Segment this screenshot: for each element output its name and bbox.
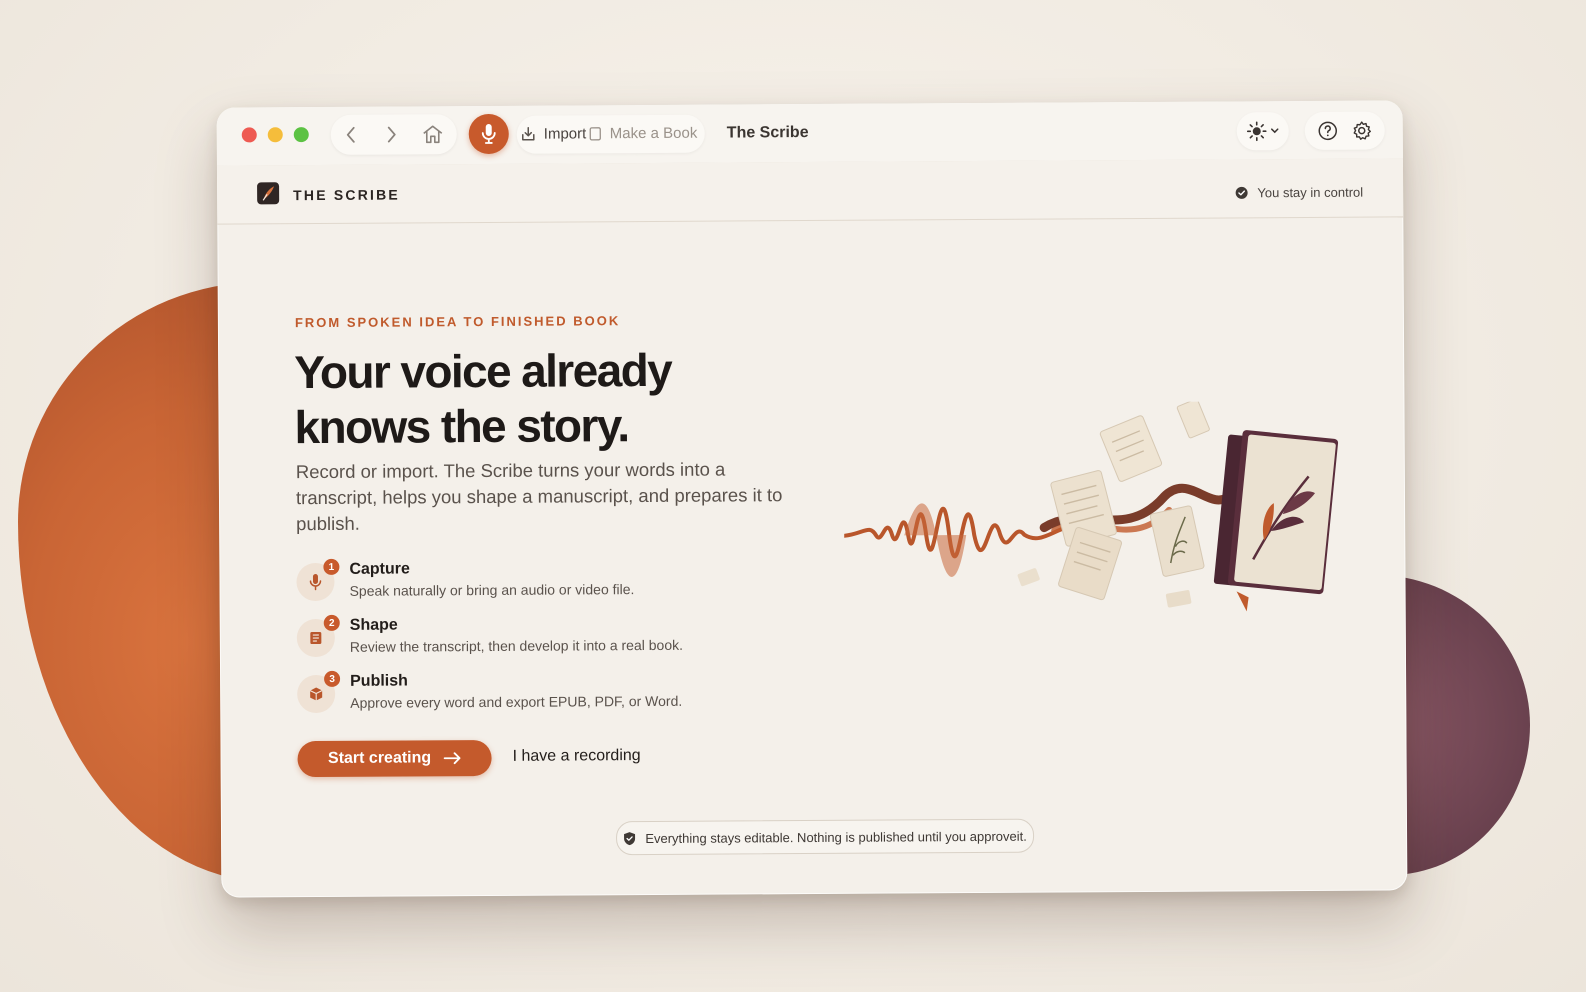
home-icon (423, 125, 443, 144)
forward-button[interactable] (380, 122, 404, 146)
step-publish: 3 Publish Approve every word and export … (297, 670, 817, 719)
page-headline: Your voice already knows the story. (294, 343, 672, 454)
app-header: THE SCRIBE You stay in control (216, 158, 1404, 225)
control-indicator: You stay in control (1235, 185, 1363, 201)
title-bar: Import Make a Book The Scribe (216, 100, 1403, 167)
import-icon (522, 126, 535, 141)
step-title: Publish (350, 672, 408, 690)
book-icon: 2 (296, 614, 340, 658)
package-icon: 3 (297, 670, 341, 714)
help-settings-group (1304, 111, 1385, 150)
start-creating-button[interactable]: Start creating (297, 739, 492, 778)
eyebrow-text: FROM SPOKEN IDEA TO FINISHED BOOK (294, 313, 621, 331)
control-text: You stay in control (1257, 184, 1364, 201)
step-description: Speak naturally or bring an audio or vid… (349, 581, 635, 599)
book-outline-icon (589, 127, 601, 141)
step-number: 3 (324, 670, 341, 687)
gear-icon[interactable] (1352, 121, 1372, 141)
editability-text: Everything stays editable. Nothing is pu… (645, 828, 1027, 846)
navigation-group (330, 114, 457, 155)
step-title: Shape (349, 616, 398, 634)
quill-logo-icon (257, 182, 280, 205)
step-shape: 2 Shape Review the transcript, then deve… (296, 614, 817, 663)
arrow-right-icon (443, 752, 461, 765)
start-creating-label: Start creating (327, 749, 432, 767)
zoom-window-button[interactable] (293, 127, 309, 143)
chevron-right-icon (387, 126, 396, 143)
home-button[interactable] (421, 122, 445, 146)
microphone-icon (481, 123, 496, 144)
shield-check-icon (624, 831, 636, 845)
microphone-icon: 1 (296, 558, 340, 602)
toolbar-actions: Import Make a Book (516, 114, 705, 154)
window-title: The Scribe (726, 124, 809, 142)
step-description: Review the transcript, then develop it i… (349, 636, 684, 655)
make-book-label: Make a Book (609, 124, 698, 143)
check-circle-icon (1235, 186, 1248, 199)
have-recording-button[interactable]: I have a recording (513, 747, 641, 766)
step-number: 2 (323, 614, 340, 631)
brand-name: THE SCRIBE (293, 186, 400, 204)
voice-to-book-illustration (843, 400, 1339, 612)
step-description: Approve every word and export EPUB, PDF,… (350, 692, 683, 711)
step-capture: 1 Capture Speak naturally or bring an au… (296, 558, 816, 607)
back-button[interactable] (339, 123, 363, 147)
import-button[interactable]: Import (521, 125, 587, 143)
theme-toggle[interactable] (1236, 112, 1289, 151)
close-window-button[interactable] (241, 127, 257, 143)
record-button[interactable] (468, 113, 509, 155)
chevron-left-icon (346, 126, 355, 143)
step-number: 1 (323, 558, 340, 575)
chevron-down-icon (1270, 128, 1278, 134)
editability-notice: Everything stays editable. Nothing is pu… (615, 818, 1035, 856)
sun-icon (1246, 121, 1267, 142)
make-book-button[interactable]: Make a Book (589, 124, 698, 143)
hero-description: Record or import. The Scribe turns your … (295, 458, 783, 535)
step-title: Capture (349, 560, 410, 578)
minimize-window-button[interactable] (267, 127, 283, 143)
app-window: Import Make a Book The Scribe THE SCRIBE… (216, 100, 1408, 898)
help-icon[interactable] (1318, 121, 1338, 141)
import-label: Import (543, 125, 587, 143)
